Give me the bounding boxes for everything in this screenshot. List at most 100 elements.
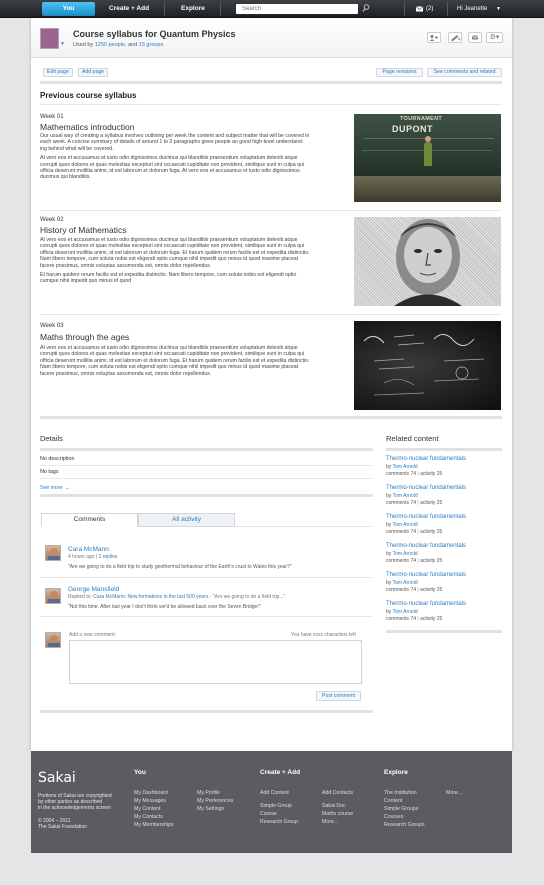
user-menu[interactable]: Hi Jeanette: [457, 2, 487, 16]
divider: [386, 630, 502, 633]
chevron-down-icon[interactable]: ▼: [60, 41, 67, 48]
comment-author-link[interactable]: George Mansfield: [68, 586, 119, 593]
avatar[interactable]: [45, 545, 61, 561]
top-navigation-bar: You Create + Add Explore (2) Hi Jeanette…: [0, 0, 544, 18]
related-item-title[interactable]: Thermo-nuclear fundamentals: [386, 572, 466, 578]
classroom-photo: TOURNAMENT DUPONT: [354, 114, 501, 202]
messages-count[interactable]: (2): [426, 2, 433, 16]
footer-link[interactable]: Content: [384, 798, 402, 804]
related-item-author: by Tom Arnold: [386, 522, 418, 528]
footer-link[interactable]: My Contacts: [134, 814, 163, 820]
footer-link[interactable]: My Preferences: [197, 798, 233, 804]
settings-button[interactable]: ⚙▾: [486, 32, 503, 43]
page-title: Course syllabus for Quantum Physics: [73, 29, 236, 39]
footer-link[interactable]: Course: [260, 811, 277, 817]
main-page: ▼ Course syllabus for Quantum Physics Us…: [31, 18, 512, 751]
footer-link[interactable]: More...: [446, 790, 462, 796]
tab-comments[interactable]: Comments: [41, 513, 138, 527]
comment-meta: 4 hours ago | 1 replies: [68, 554, 118, 560]
week-title: Mathematics introduction: [40, 122, 135, 132]
post-comment-button[interactable]: Post comment: [316, 691, 361, 701]
related-item-stats[interactable]: comments 74 | activity 25: [386, 529, 442, 535]
footer-link[interactable]: Research Groups: [384, 822, 425, 828]
see-comments-related-button[interactable]: See comments and related: [427, 68, 502, 77]
footer-link[interactable]: Add Contacts: [322, 790, 353, 796]
footer-link[interactable]: My Memberships: [134, 822, 174, 828]
search-icon[interactable]: [362, 3, 370, 13]
add-to-library-button[interactable]: [448, 32, 462, 43]
related-item-stats[interactable]: comments 74 | activity 25: [386, 500, 442, 506]
see-more-link[interactable]: See more ⌄: [40, 485, 70, 491]
week-title: Maths through the ages: [40, 332, 130, 342]
footer-link[interactable]: Sakai Doc: [322, 803, 346, 809]
related-item-stats[interactable]: comments 74 | activity 25: [386, 616, 442, 622]
related-item-title[interactable]: Thermo-nuclear fundamentals: [386, 514, 466, 520]
footer-copyright: Portions of Sakai are copyrighted by oth…: [38, 793, 112, 811]
footer-explore-heading: Explore: [384, 769, 408, 776]
divider: [40, 577, 373, 578]
related-item-stats[interactable]: comments 74 | activity 25: [386, 587, 442, 593]
footer-link[interactable]: Simple Groups: [384, 806, 418, 812]
used-by-people-link[interactable]: 1250 people,: [95, 42, 127, 48]
divider: [40, 478, 373, 479]
chevron-down-icon[interactable]: ⌄: [64, 485, 69, 491]
syllabus-heading: Previous course syllabus: [40, 91, 137, 100]
search-input[interactable]: [236, 4, 358, 14]
replied-to-link[interactable]: Cara McMann: New formations in the last …: [93, 594, 208, 600]
footer-link[interactable]: Maths course: [322, 811, 353, 817]
related-item-author: by Tom Arnold: [386, 551, 418, 557]
divider: [40, 710, 373, 713]
related-item-title[interactable]: Thermo-nuclear fundamentals: [386, 543, 466, 549]
chevron-down-icon[interactable]: ▼: [496, 2, 501, 16]
related-item-author: by Tom Arnold: [386, 464, 418, 470]
related-item-author: by Tom Arnold: [386, 493, 418, 499]
sakai-logo[interactable]: Sakai: [38, 770, 76, 786]
nav-create-add-button[interactable]: Create + Add: [109, 2, 149, 16]
footer-link[interactable]: My Dashboard: [134, 790, 168, 796]
replies-link[interactable]: 1 replies: [99, 554, 118, 560]
footer-link[interactable]: Research Group: [260, 819, 298, 825]
related-item-title[interactable]: Thermo-nuclear fundamentals: [386, 485, 466, 491]
footer-link[interactable]: My Profile: [197, 790, 220, 796]
add-page-button[interactable]: Add page: [78, 68, 108, 77]
footer-foundation: The Sakai Foundation: [38, 824, 87, 830]
divider: [40, 104, 502, 105]
details-tags: No tags: [40, 469, 59, 475]
week-description: At vero eos et accusamus et iusto odio d…: [40, 237, 310, 285]
comment-reply-meta: Replied to: Cara McMann: New formations …: [68, 594, 286, 600]
comment-text: "Are we going to do a field trip to stud…: [68, 564, 292, 570]
nav-divider: [220, 2, 221, 16]
page-revisions-button[interactable]: Page revisions: [376, 68, 423, 77]
nav-explore-button[interactable]: Explore: [181, 2, 205, 16]
avatar[interactable]: [45, 588, 61, 604]
used-by-groups-link[interactable]: 15 groups: [139, 42, 163, 48]
messages-icon[interactable]: [415, 2, 425, 16]
comment-text: "Not this time. After last year I don't …: [68, 604, 261, 610]
related-item-title[interactable]: Thermo-nuclear fundamentals: [386, 601, 466, 607]
avatar: [45, 632, 61, 648]
footer-link[interactable]: Courses: [384, 814, 403, 820]
tab-all-activity[interactable]: All activity: [138, 513, 235, 527]
new-comment-label: Add a new comment:: [69, 632, 116, 638]
footer-link[interactable]: Add Content: [260, 790, 289, 796]
footer-link[interactable]: My Content: [134, 806, 161, 812]
footer-link[interactable]: The Institution: [384, 790, 417, 796]
share-button[interactable]: [427, 32, 441, 43]
nav-you-button[interactable]: You: [42, 2, 95, 16]
footer-link[interactable]: My Messages: [134, 798, 166, 804]
course-thumbnail[interactable]: [40, 28, 59, 49]
footer-link[interactable]: Simple Group: [260, 803, 292, 809]
message-button[interactable]: [468, 32, 482, 43]
divider: [40, 81, 502, 84]
new-comment-textarea[interactable]: [69, 640, 362, 684]
related-item-author: by Tom Arnold: [386, 609, 418, 615]
used-by-text: Used by 1250 people, and 15 groups: [73, 42, 164, 48]
related-item-stats[interactable]: comments 74 | activity 25: [386, 558, 442, 564]
edit-page-button[interactable]: Edit page: [43, 68, 73, 77]
footer-link[interactable]: More...: [322, 819, 338, 825]
divider: [40, 416, 502, 419]
comment-author-link[interactable]: Cara McMann: [68, 546, 109, 553]
related-item-stats[interactable]: comments 74 | activity 25: [386, 471, 442, 477]
related-item-title[interactable]: Thermo-nuclear fundamentals: [386, 456, 466, 462]
footer-link[interactable]: My Settings: [197, 806, 224, 812]
